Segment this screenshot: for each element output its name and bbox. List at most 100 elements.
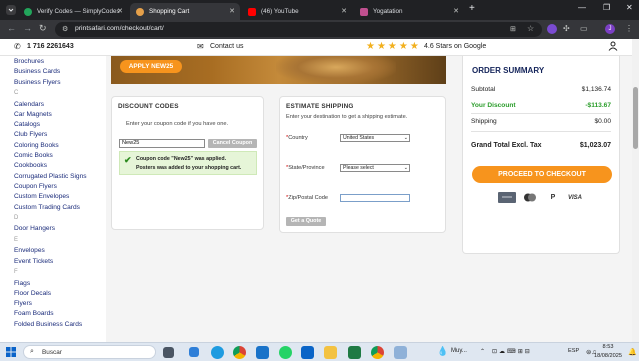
discount-instruction: Enter your coupon code if you have one. — [126, 121, 229, 127]
zip-input[interactable] — [340, 194, 410, 202]
sidebar-category-link[interactable]: Door Hangers — [14, 225, 55, 232]
language-indicator[interactable]: ESP — [568, 348, 579, 354]
sidebar-category-link[interactable]: Flyers — [14, 300, 32, 307]
sidebar-category-link[interactable]: Business Cards — [14, 68, 60, 75]
forward-icon[interactable]: → — [23, 23, 32, 33]
browser-toolbar: ← → ↻ ⚙ printsafari.com/checkout/cart/ ⊞… — [0, 20, 639, 39]
sidebar-category-link[interactable]: Business Flyers — [14, 79, 61, 86]
sidebar-category-link[interactable]: Cookbooks — [14, 162, 47, 169]
new-tab-button[interactable]: + — [469, 3, 475, 14]
state-select[interactable]: Please select ⌄ — [340, 164, 410, 172]
translate-icon[interactable]: ⊞ — [510, 25, 516, 33]
tray-icons[interactable]: ⊡☁⌨⊞⊟ — [492, 348, 532, 355]
sidebar-category-link[interactable]: Coupon Flyers — [14, 183, 57, 190]
windows-start-icon[interactable] — [6, 347, 16, 357]
close-icon[interactable]: ✕ — [117, 7, 123, 15]
tab-label: Yogatation — [373, 8, 403, 15]
tab-label: Shopping Cart — [149, 8, 190, 15]
excel-icon[interactable] — [348, 346, 361, 359]
apply-new25-button[interactable]: APPLY NEW25 — [120, 60, 182, 73]
summary-title: ORDER SUMMARY — [472, 66, 545, 75]
reload-icon[interactable]: ↻ — [39, 23, 47, 34]
sidebar-category-link[interactable]: Custom Envelopes — [14, 193, 69, 200]
page-scrollbar-thumb[interactable] — [633, 87, 638, 149]
restore-icon[interactable]: ❐ — [603, 3, 610, 12]
coupon-code-input[interactable]: New25 — [119, 139, 205, 148]
tab-yogatation[interactable]: Yogatation ✕ — [354, 3, 464, 20]
sidebar-category-link[interactable]: Corrugated Plastic Signs — [14, 173, 87, 180]
address-bar[interactable]: ⚙ printsafari.com/checkout/cart/ ⊞ ☆ — [55, 22, 542, 37]
outlook-icon[interactable] — [301, 346, 314, 359]
mail-app-icon[interactable] — [256, 346, 269, 359]
printsafari-favicon-icon — [136, 7, 144, 16]
tab-shopping-cart[interactable]: Shopping Cart ✕ — [130, 3, 240, 20]
minimize-icon[interactable]: — — [578, 3, 586, 12]
clock-date[interactable]: 18/08/2025 — [590, 353, 626, 359]
proceed-to-checkout-button[interactable]: PROCEED TO CHECKOUT — [472, 166, 612, 183]
subtotal-value: $1,136.74 — [581, 86, 611, 93]
rating-stars-icon: ★★★★★ — [366, 41, 421, 52]
tab-search-icon[interactable] — [6, 5, 16, 15]
clock-time[interactable]: 8:53 — [593, 344, 623, 350]
sidebar-category-link[interactable]: Catalogs — [14, 121, 40, 128]
discount-label: Your Discount — [471, 102, 516, 109]
country-select[interactable]: United States ⌄ — [340, 134, 410, 142]
sidebar-category-link[interactable]: Event Tickets — [14, 258, 53, 265]
sidebar-category-link[interactable]: Comic Books — [14, 152, 53, 159]
file-explorer-icon[interactable] — [324, 346, 337, 359]
weather-text[interactable]: Muy... — [451, 348, 467, 354]
tab-youtube[interactable]: (46) YouTube ✕ — [242, 3, 352, 20]
discount-value: -$113.67 — [585, 102, 611, 109]
extension-icon[interactable] — [547, 24, 557, 34]
app-icon[interactable] — [394, 346, 407, 359]
tray-chevron-icon[interactable]: ⌃ — [480, 348, 485, 355]
sidebar-category-link[interactable]: Flags — [14, 280, 30, 287]
sidebar-category-link[interactable]: Floor Decals — [14, 290, 51, 297]
summary-divider — [471, 113, 611, 114]
sidebar-category-link[interactable]: Calendars — [14, 101, 44, 108]
bookmark-star-icon[interactable]: ☆ — [527, 24, 534, 33]
whatsapp-icon[interactable] — [279, 346, 292, 359]
cancel-coupon-button[interactable]: Cancel Coupon — [208, 139, 257, 148]
sidebar-category-link[interactable]: Folded Business Cards — [14, 321, 82, 328]
task-view-icon[interactable] — [163, 347, 174, 358]
shipping-row: Shipping $0.00 — [471, 118, 611, 125]
window-close-icon[interactable]: ✕ — [626, 3, 633, 12]
back-icon[interactable]: ← — [7, 23, 16, 33]
edge-icon[interactable] — [211, 346, 224, 359]
discount-codes-panel: DISCOUNT CODES Enter your coupon code if… — [111, 96, 264, 230]
chevron-down-icon: ⌄ — [403, 135, 408, 141]
tab-label: (46) YouTube — [261, 8, 299, 15]
url-text[interactable]: printsafari.com/checkout/cart/ — [75, 25, 164, 32]
puzzle-extensions-icon[interactable]: ✣ — [563, 24, 570, 33]
sidebar-category-link[interactable]: Envelopes — [14, 247, 45, 254]
get-quote-button[interactable]: Get a Quote — [286, 217, 326, 226]
simplycodes-favicon-icon — [24, 7, 32, 16]
taskbar-search-box[interactable]: ⌕ Buscar — [23, 345, 156, 359]
profile-avatar[interactable]: J — [605, 24, 615, 34]
notification-bell-icon[interactable]: 🔔 — [628, 348, 637, 356]
tab-simplycodes[interactable]: Verify Codes — SimplyCodes ✕ — [18, 3, 128, 20]
sidebar-category-link[interactable]: Club Flyers — [14, 131, 47, 138]
sidebar-category-link[interactable]: Coloring Books — [14, 142, 59, 149]
sidebar-category-link[interactable]: Brochures — [14, 58, 44, 65]
sidebar-category-link[interactable]: Foam Boards — [14, 310, 54, 317]
chrome-icon[interactable] — [233, 346, 246, 359]
close-icon[interactable]: ✕ — [453, 7, 459, 15]
grand-total-row: Grand Total Excl. Tax $1,023.07 — [471, 142, 611, 149]
account-icon[interactable] — [608, 41, 618, 51]
close-icon[interactable]: ✕ — [341, 7, 347, 15]
close-icon[interactable]: ✕ — [229, 7, 235, 15]
sidepanel-icon[interactable]: ▭ — [580, 24, 588, 33]
visa-icon: VISA — [567, 194, 582, 201]
site-info-icon[interactable]: ⚙ — [62, 25, 68, 33]
menu-kebab-icon[interactable]: ⋮ — [625, 24, 633, 33]
phone-number[interactable]: 1 716 2261643 — [27, 43, 74, 50]
page-scrollbar[interactable] — [632, 39, 639, 342]
contact-link[interactable]: Contact us — [210, 43, 243, 50]
yogatation-favicon-icon — [360, 7, 368, 16]
widgets-icon[interactable] — [189, 347, 199, 357]
sidebar-category-link[interactable]: Car Magnets — [14, 111, 52, 118]
sidebar-category-link[interactable]: Custom Trading Cards — [14, 204, 80, 211]
chrome-profile-icon[interactable] — [371, 346, 384, 359]
